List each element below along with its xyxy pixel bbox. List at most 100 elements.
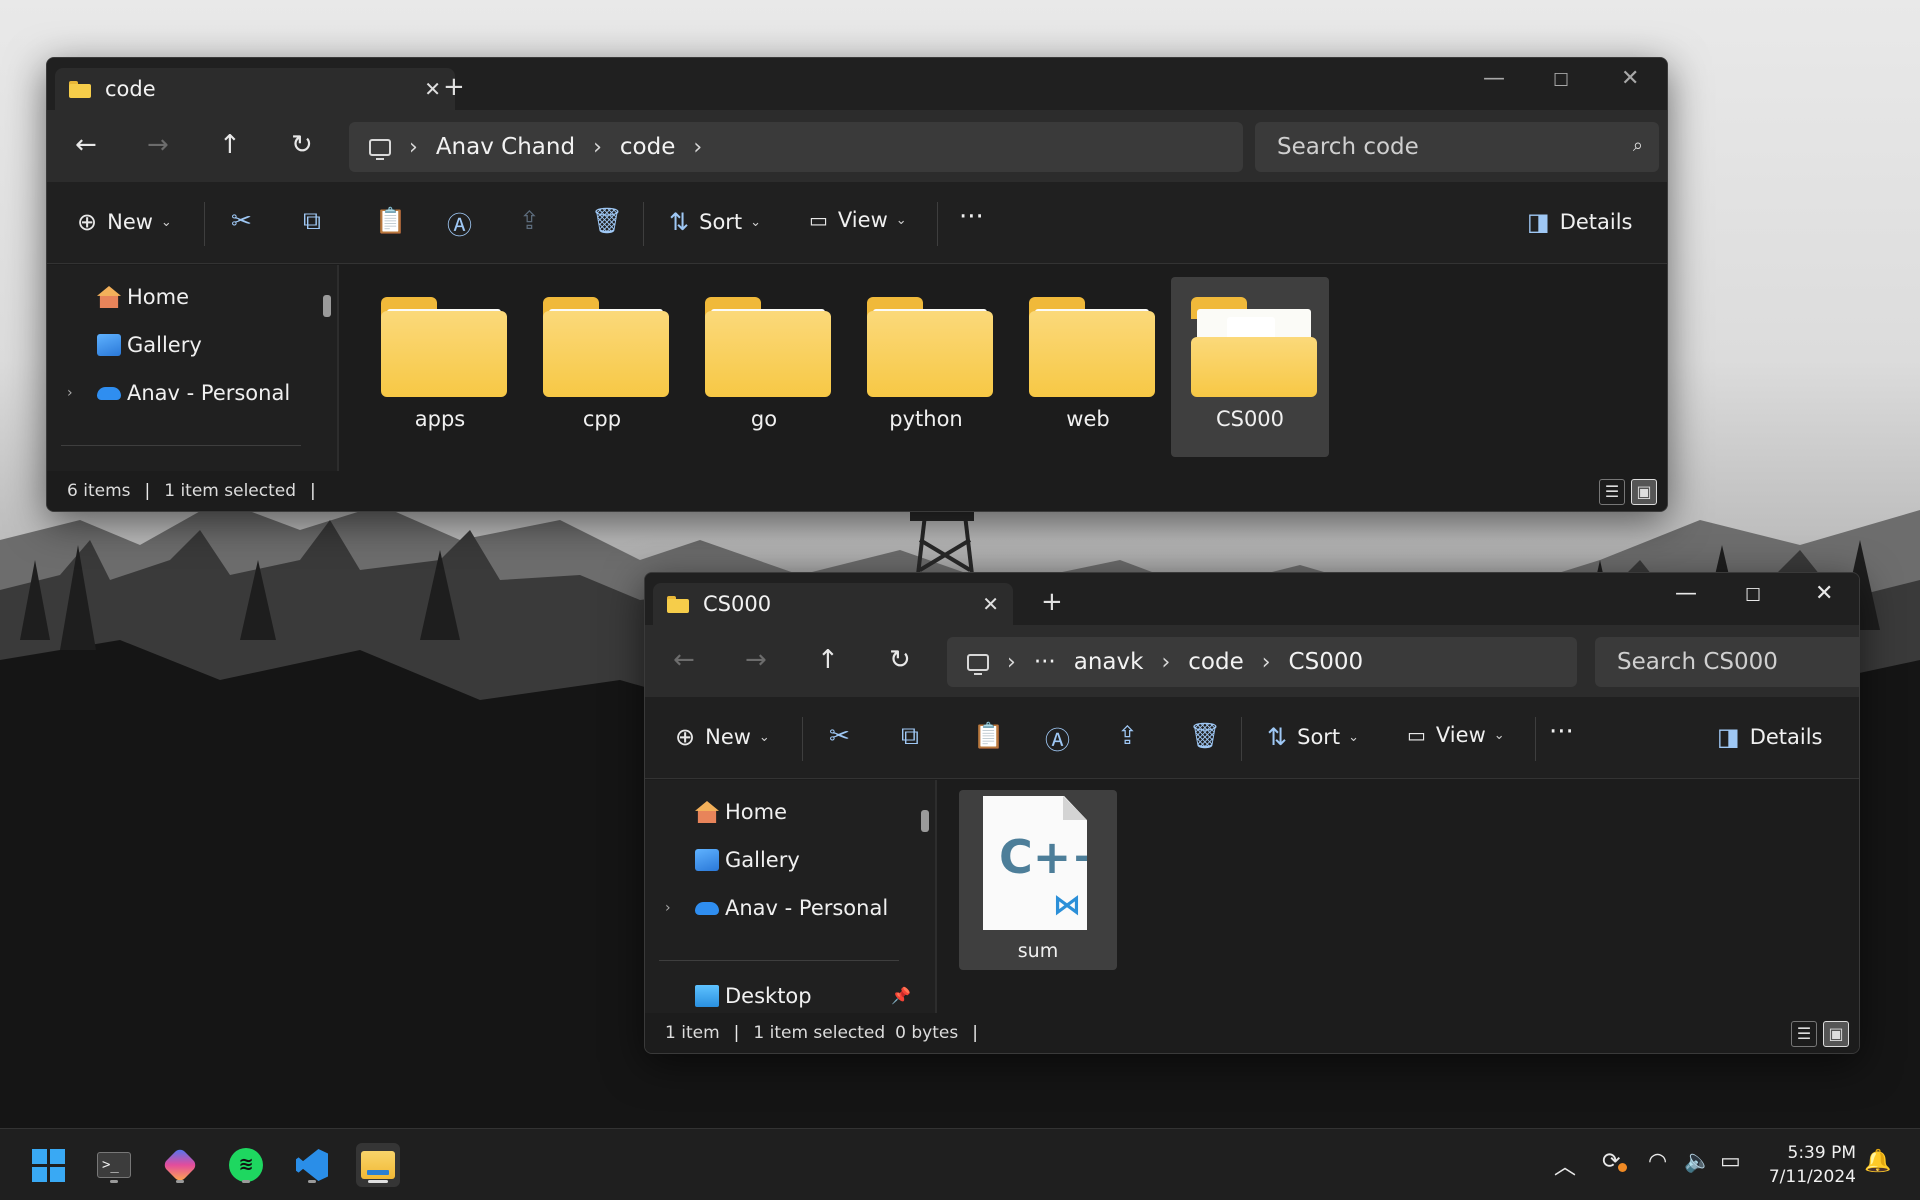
view-button[interactable]: ▭ View ⌄ (1407, 723, 1505, 747)
wifi-icon[interactable]: ◠ (1648, 1149, 1667, 1174)
breadcrumb-code[interactable]: code (1188, 649, 1243, 675)
chevron-right-icon[interactable]: › (1007, 650, 1016, 675)
folder-item-go[interactable]: go (685, 277, 843, 457)
folder-item-python[interactable]: python (847, 277, 1005, 457)
up-arrow-icon[interactable]: ↑ (817, 645, 839, 675)
sync-icon[interactable]: ⟳ (1602, 1149, 1627, 1174)
breadcrumb-anavk[interactable]: anavk (1074, 649, 1144, 675)
notification-bell-icon[interactable]: 🔔 (1864, 1149, 1891, 1174)
pin-icon[interactable]: 📌 (891, 986, 911, 1005)
share-icon[interactable]: ⇪ (1117, 721, 1138, 750)
cut-icon[interactable]: ✂ (829, 721, 850, 750)
rename-icon[interactable]: Ⓐ (447, 206, 472, 242)
paste-icon[interactable]: 📋 (973, 721, 1004, 751)
search-box[interactable]: Search CS000 (1595, 637, 1859, 687)
new-tab-button[interactable]: + (1041, 587, 1063, 617)
view-button[interactable]: ▭ View ⌄ (809, 208, 907, 232)
sort-button[interactable]: ⇅ Sort ⌄ (1267, 723, 1359, 751)
sidebar-item-gallery[interactable]: Gallery (97, 333, 202, 357)
details-view-toggle[interactable]: ☰ (1599, 479, 1625, 505)
maximize-icon[interactable]: ☐ (1745, 585, 1761, 606)
minimize-icon[interactable]: — (1675, 581, 1697, 606)
back-arrow-icon[interactable]: ← (673, 645, 695, 675)
share-icon[interactable]: ⇪ (519, 206, 540, 235)
new-tab-button[interactable]: + (443, 72, 465, 102)
close-window-icon[interactable]: ✕ (1621, 66, 1639, 91)
pane-splitter[interactable] (337, 265, 339, 471)
copy-icon[interactable]: ⧉ (303, 206, 321, 236)
new-button[interactable]: ⊕ New ⌄ (77, 208, 172, 236)
explorer-window-cs000[interactable]: CS000 ✕ + — ☐ ✕ ← → ↑ ↻ › ··· anavk › co… (644, 572, 1860, 1054)
maximize-icon[interactable]: ☐ (1553, 70, 1569, 91)
address-bar[interactable]: › ··· anavk › code › CS000 (947, 637, 1577, 687)
volume-icon[interactable]: 🔈 (1684, 1149, 1711, 1174)
chevron-right-icon[interactable]: › (693, 135, 702, 160)
chevron-right-icon[interactable]: › (1161, 650, 1170, 675)
sidebar-item-onedrive[interactable]: Anav - Personal (97, 381, 290, 405)
folder-item-web[interactable]: web (1009, 277, 1167, 457)
chevron-right-icon[interactable]: › (1262, 650, 1271, 675)
spotify-icon[interactable]: ≋ (224, 1143, 268, 1187)
up-arrow-icon[interactable]: ↑ (219, 130, 241, 160)
chevron-right-icon[interactable]: › (409, 135, 418, 160)
breadcrumb-cs000[interactable]: CS000 (1289, 649, 1364, 675)
this-pc-icon[interactable] (369, 138, 391, 160)
close-tab-icon[interactable]: ✕ (982, 592, 999, 616)
sidebar-item-gallery[interactable]: Gallery (695, 848, 800, 872)
explorer-window-code[interactable]: code ✕ + — ☐ ✕ ← → ↑ ↻ › Anav Chand › co… (46, 57, 1668, 512)
tiles-view-toggle[interactable]: ▣ (1823, 1021, 1849, 1047)
sidebar-item-home[interactable]: Home (97, 285, 189, 309)
start-icon[interactable] (26, 1143, 70, 1187)
copilot-icon[interactable] (158, 1143, 202, 1187)
scrollbar-thumb[interactable] (323, 295, 331, 317)
breadcrumb-overflow[interactable]: ··· (1034, 649, 1056, 675)
forward-arrow-icon[interactable]: → (147, 130, 169, 160)
breadcrumb-anav-chand[interactable]: Anav Chand (436, 134, 575, 160)
file-explorer-icon[interactable] (356, 1143, 400, 1187)
minimize-icon[interactable]: — (1483, 66, 1505, 91)
vscode-icon[interactable] (290, 1143, 334, 1187)
details-button[interactable]: ◨ Details (1527, 208, 1633, 236)
close-window-icon[interactable]: ✕ (1815, 581, 1833, 606)
more-options-button[interactable]: ··· (959, 202, 984, 232)
folder-item-cpp[interactable]: cpp (523, 277, 681, 457)
cut-icon[interactable]: ✂ (231, 206, 252, 235)
title-bar[interactable]: code ✕ + — ☐ ✕ (47, 58, 1667, 110)
copy-icon[interactable]: ⧉ (901, 721, 919, 751)
folder-item-apps[interactable]: apps (361, 277, 519, 457)
close-tab-icon[interactable]: ✕ (424, 77, 441, 101)
battery-icon[interactable]: ▭ (1720, 1149, 1741, 1174)
forward-arrow-icon[interactable]: → (745, 645, 767, 675)
details-view-toggle[interactable]: ☰ (1791, 1021, 1817, 1047)
pane-splitter[interactable] (935, 780, 937, 1013)
rename-icon[interactable]: Ⓐ (1045, 721, 1070, 757)
sidebar-item-desktop[interactable]: Desktop (695, 984, 812, 1008)
folder-item-cs000[interactable]: CS000 (1171, 277, 1329, 457)
terminal-icon[interactable]: >_ (92, 1143, 136, 1187)
delete-icon[interactable]: 🗑 (591, 206, 623, 236)
sort-button[interactable]: ⇅ Sort ⌄ (669, 208, 761, 236)
this-pc-icon[interactable] (967, 653, 989, 675)
more-options-button[interactable]: ··· (1549, 717, 1574, 747)
breadcrumb-code[interactable]: code (620, 134, 675, 160)
expand-chevron-icon[interactable]: › (67, 385, 73, 401)
search-input[interactable]: Search CS000 (1617, 649, 1778, 675)
tab-code[interactable]: code ✕ (55, 68, 455, 110)
scrollbar-thumb[interactable] (921, 810, 929, 832)
refresh-icon[interactable]: ↻ (291, 130, 313, 160)
title-bar[interactable]: CS000 ✕ + — ☐ ✕ (645, 573, 1859, 625)
search-icon[interactable]: ⌕ (1633, 135, 1643, 156)
refresh-icon[interactable]: ↻ (889, 645, 911, 675)
address-bar[interactable]: › Anav Chand › code › (349, 122, 1243, 172)
file-item-sum[interactable]: C++ ⋈ sum (959, 790, 1117, 970)
chevron-right-icon[interactable]: › (593, 135, 602, 160)
sidebar-item-home[interactable]: Home (695, 800, 787, 824)
new-button[interactable]: ⊕ New ⌄ (675, 723, 770, 751)
tiles-view-toggle[interactable]: ▣ (1631, 479, 1657, 505)
system-clock[interactable]: 5:39 PM 7/11/2024 (1769, 1141, 1856, 1189)
sidebar-item-onedrive[interactable]: Anav - Personal (695, 896, 888, 920)
show-hidden-icons-chevron-icon[interactable]: ︿ (1554, 1149, 1576, 1181)
delete-icon[interactable]: 🗑 (1189, 721, 1221, 751)
tab-cs000[interactable]: CS000 ✕ (653, 583, 1013, 625)
paste-icon[interactable]: 📋 (375, 206, 406, 236)
